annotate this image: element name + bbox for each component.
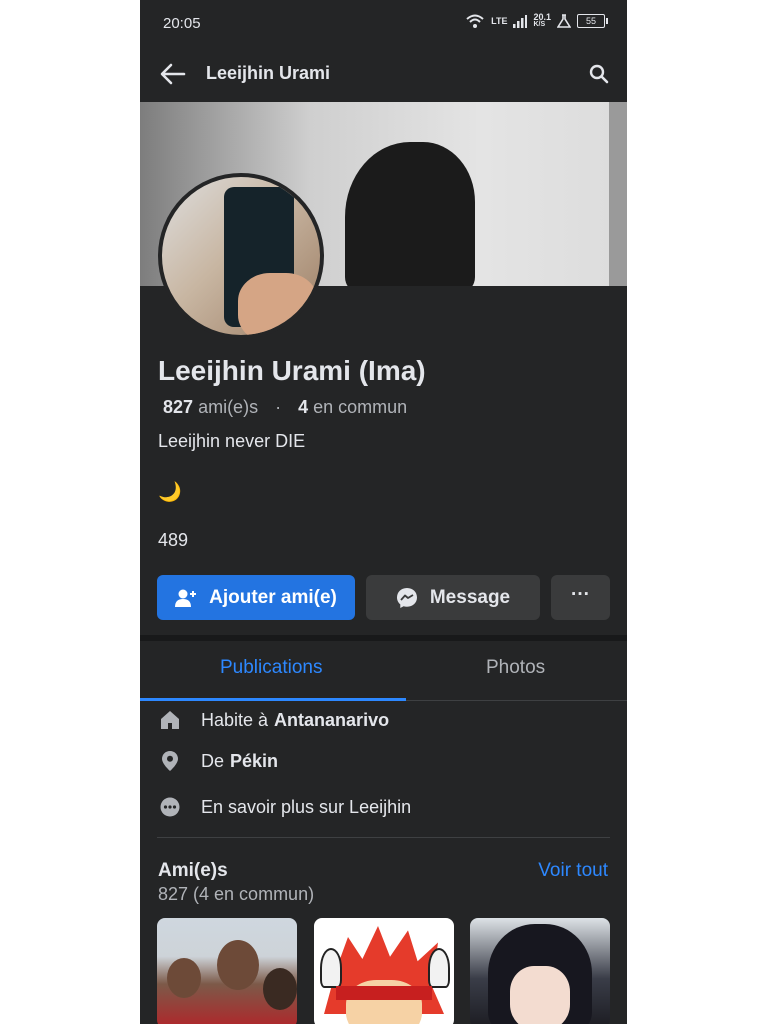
thumb-horn bbox=[428, 948, 450, 988]
thumb-horn bbox=[320, 948, 342, 988]
top-bar: Leeijhin Urami bbox=[140, 46, 627, 102]
avatar-hand-shape bbox=[238, 273, 318, 335]
friend-meta[interactable]: 827 ami(e)s · 4 en commun bbox=[163, 397, 407, 418]
divider-line bbox=[157, 837, 610, 838]
from-prefix: De bbox=[201, 750, 225, 771]
network-label: LTE bbox=[491, 16, 508, 26]
friends-section-title: Ami(e)s bbox=[158, 860, 228, 881]
add-friend-label: Ajouter ami(e) bbox=[209, 586, 337, 608]
from-place: Pékin bbox=[230, 750, 279, 771]
status-time: 20:05 bbox=[163, 15, 201, 32]
friends-section-count: 827 (4 en commun) bbox=[158, 884, 315, 904]
active-tab-indicator bbox=[140, 698, 406, 701]
friend-thumbnail-2[interactable] bbox=[314, 918, 454, 1024]
location-pin-icon bbox=[158, 749, 182, 773]
thumb-headband bbox=[336, 986, 432, 1000]
friend-thumbnail-3[interactable] bbox=[470, 918, 610, 1024]
friend-thumbnail-1[interactable] bbox=[157, 918, 297, 1024]
status-bar: 20:05 LTE 20.1 K/S 55 bbox=[140, 0, 627, 46]
more-options-icon: ··· bbox=[571, 583, 590, 605]
cover-frame bbox=[609, 102, 627, 286]
profile-tabs: Publications Photos bbox=[140, 641, 627, 701]
info-more-about[interactable]: En savoir plus sur Leeijhin bbox=[158, 793, 618, 821]
friends-label: ami(e)s bbox=[198, 397, 259, 417]
speed-value: 20.1 bbox=[533, 12, 551, 22]
phone-screen: 20:05 LTE 20.1 K/S 55 Leeijhin Urami Lee… bbox=[140, 0, 627, 1024]
status-icons: LTE 20.1 K/S 55 bbox=[465, 13, 608, 29]
more-about-label: En savoir plus sur Leeijhin bbox=[201, 796, 412, 817]
friends-count: 827 bbox=[163, 397, 194, 417]
message-label: Message bbox=[429, 586, 511, 608]
thumb-face bbox=[167, 958, 201, 998]
add-friend-button[interactable]: Ajouter ami(e) bbox=[157, 575, 355, 620]
info-from: De Pékin bbox=[158, 747, 618, 775]
thumb-face bbox=[263, 968, 297, 1010]
flask-icon bbox=[557, 14, 571, 28]
bio-line: Leeijhin never DIE bbox=[158, 431, 306, 451]
profile-name: Leeijhin Urami (Ima) bbox=[158, 355, 426, 386]
battery-icon: 55 bbox=[577, 14, 608, 28]
lives-place: Antananarivo bbox=[274, 709, 390, 730]
message-button[interactable]: Message bbox=[366, 575, 540, 620]
add-friend-icon bbox=[175, 589, 197, 607]
tab-photos[interactable]: Photos bbox=[486, 657, 545, 679]
bio-number: 489 bbox=[158, 530, 189, 550]
more-dots-icon bbox=[158, 795, 182, 819]
tab-publications[interactable]: Publications bbox=[220, 657, 322, 679]
see-all-friends-link[interactable]: Voir tout bbox=[538, 860, 608, 882]
more-options-button[interactable]: ··· bbox=[551, 575, 610, 620]
moon-emoji: 🌙 bbox=[158, 482, 182, 503]
speed-unit: K/S bbox=[533, 21, 546, 28]
search-icon[interactable] bbox=[589, 64, 609, 84]
cover-silhouette bbox=[345, 142, 475, 286]
lives-prefix: Habite à bbox=[201, 709, 269, 730]
home-icon bbox=[158, 708, 182, 732]
thumb-face bbox=[217, 940, 259, 990]
mutual-label: en commun bbox=[313, 397, 408, 417]
separator-dot: · bbox=[275, 397, 282, 417]
signal-icon bbox=[513, 15, 528, 28]
info-lives-in: Habite à Antananarivo bbox=[158, 706, 618, 734]
speed-indicator: 20.1 K/S bbox=[533, 13, 551, 29]
wifi-icon bbox=[466, 14, 484, 28]
top-bar-title: Leeijhin Urami bbox=[206, 63, 331, 83]
thumb-face bbox=[510, 966, 570, 1024]
mutual-count: 4 bbox=[298, 397, 309, 417]
back-arrow-icon[interactable] bbox=[160, 62, 186, 86]
messenger-icon bbox=[396, 587, 417, 608]
profile-avatar[interactable] bbox=[158, 173, 324, 339]
